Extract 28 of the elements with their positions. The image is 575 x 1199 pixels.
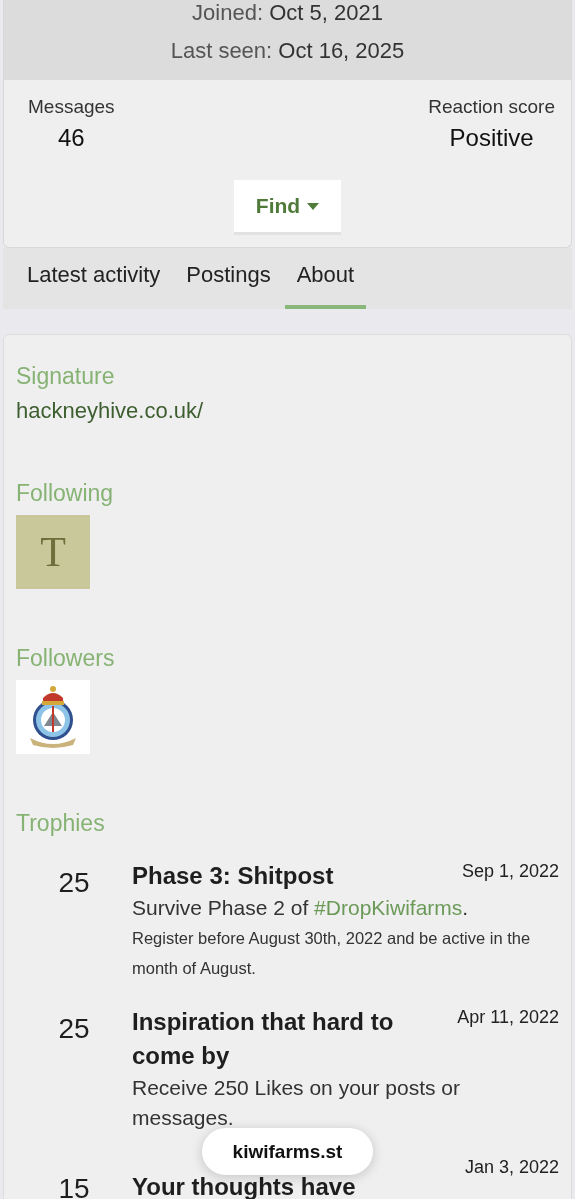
stat-label: Messages (28, 96, 115, 118)
section-heading: Followers (16, 645, 116, 672)
last-seen-date: Last seen: Oct 16, 2025 (170, 37, 405, 65)
trophy-title: Inspiration that hard to come by (132, 1007, 395, 1071)
profile-tab[interactable]: Postings (174, 248, 283, 309)
trophy-points: 15 (57, 1172, 91, 1199)
stat-value: Positive (449, 124, 534, 152)
trophy-description: Receive 250 Likes on your posts or messages. (132, 1075, 461, 1131)
stat-value: 46 (57, 124, 85, 152)
profile-tab[interactable]: Latest activity (15, 248, 173, 309)
trophy-title: Phase 3: Shitpost (132, 861, 334, 891)
trophy-date: Sep 1, 2022 (461, 860, 559, 882)
trophy-points: 25 (57, 1012, 91, 1046)
section-heading: Following (16, 480, 115, 507)
caret-icon (307, 202, 320, 210)
find-button[interactable]: Find (234, 180, 341, 235)
address-pill[interactable]: kiwifarms.st (202, 1128, 373, 1175)
joined-date: Joined: Oct 5, 2021 (192, 0, 383, 27)
trophy-date: Apr 11, 2022 (457, 1006, 559, 1028)
section-heading: Signature (16, 363, 116, 390)
trophy-points: 25 (57, 866, 91, 900)
trophy-date: Jan 3, 2022 (464, 1156, 559, 1178)
section-heading: Trophies (16, 810, 106, 837)
trophy-note: Register before August 30th, 2022 and be active in the month of August. (132, 928, 532, 979)
stat-label: Reaction score (428, 96, 555, 118)
signature-link[interactable]: hackneyhive.co.uk/ (16, 398, 204, 424)
profile-tab[interactable]: About (284, 248, 367, 309)
trophy-description: Survive Phase 2 of #DropKiwifarms. (132, 895, 470, 921)
